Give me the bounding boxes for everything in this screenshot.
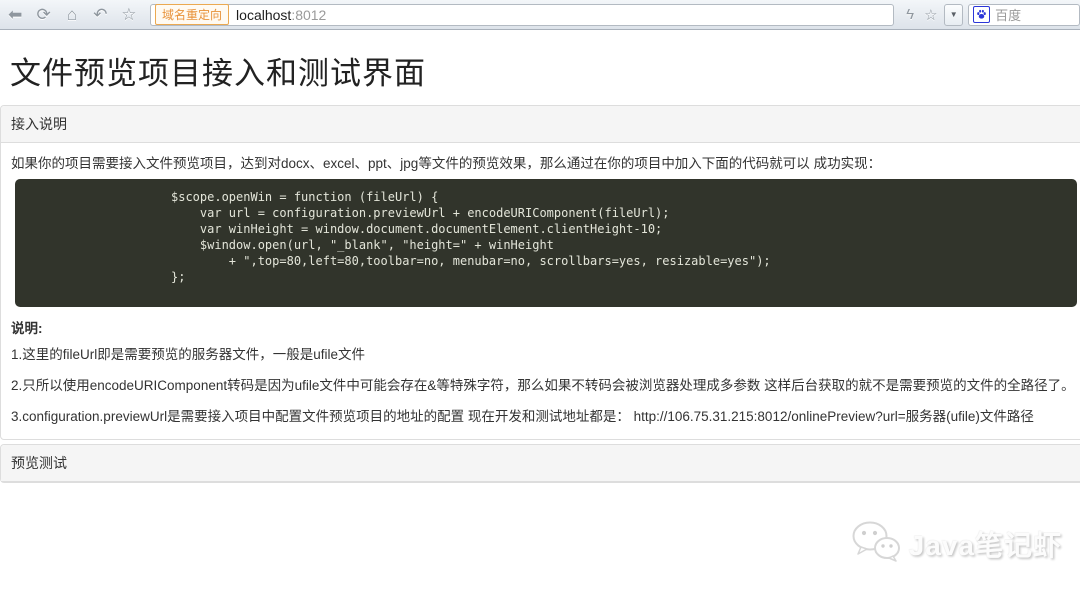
code-block: $scope.openWin = function (fileUrl) { va… bbox=[15, 179, 1077, 307]
baidu-logo-icon[interactable] bbox=[973, 6, 990, 23]
panel-preview-test: 预览测试 bbox=[0, 444, 1080, 483]
note-item-3: 3.configuration.previewUrl是需要接入项目中配置文件预览… bbox=[11, 405, 1077, 425]
wechat-logo-icon bbox=[851, 520, 901, 567]
search-engine-label: 百度 bbox=[995, 5, 1021, 24]
note-item-1: 1.这里的fileUrl即是需要预览的服务器文件，一般是ufile文件 bbox=[11, 343, 1077, 363]
panel-integration-header: 接入说明 bbox=[1, 106, 1080, 143]
browser-toolbar: ⬅ ⟳ ⌂ ↶ ☆ 域名重定向 localhost :8012 ϟ ☆ ▼ 百度 bbox=[0, 0, 1080, 30]
domain-redirect-badge[interactable]: 域名重定向 bbox=[155, 4, 229, 25]
note-item-2: 2.只所以使用encodeURIComponent转码是因为ufile文件中可能… bbox=[11, 374, 1077, 394]
panel-preview-test-header: 预览测试 bbox=[1, 445, 1080, 482]
watermark-text: Java笔记虾 bbox=[909, 524, 1062, 564]
lightning-icon[interactable]: ϟ bbox=[900, 3, 921, 27]
address-bar[interactable]: 域名重定向 localhost :8012 bbox=[150, 4, 894, 26]
chevron-down-icon: ▼ bbox=[950, 10, 958, 19]
toolbar-dropdown-button[interactable]: ▼ bbox=[944, 4, 963, 26]
url-host: localhost bbox=[236, 7, 291, 23]
intro-paragraph: 如果你的项目需要接入文件预览项目，达到对docx、excel、ppt、jpg等文… bbox=[11, 152, 1077, 172]
url-port: :8012 bbox=[291, 7, 326, 23]
search-box[interactable]: 百度 bbox=[968, 4, 1080, 26]
bookmark-star-icon[interactable]: ☆ bbox=[920, 3, 941, 27]
refresh-icon[interactable]: ⟳ bbox=[30, 3, 56, 27]
undo-icon[interactable]: ↶ bbox=[87, 3, 113, 27]
notes-title: 说明: bbox=[11, 317, 1077, 337]
page-title: 文件预览项目接入和测试界面 bbox=[10, 48, 1080, 93]
home-icon[interactable]: ⌂ bbox=[59, 3, 85, 27]
panel-integration: 接入说明 如果你的项目需要接入文件预览项目，达到对docx、excel、ppt、… bbox=[0, 105, 1080, 440]
back-icon[interactable]: ⬅ bbox=[2, 3, 28, 27]
watermark: Java笔记虾 bbox=[851, 520, 1062, 567]
page-content: 文件预览项目接入和测试界面 接入说明 如果你的项目需要接入文件预览项目，达到对d… bbox=[0, 31, 1080, 589]
favorites-star-icon[interactable]: ☆ bbox=[116, 3, 142, 27]
panel-integration-body: 如果你的项目需要接入文件预览项目，达到对docx、excel、ppt、jpg等文… bbox=[1, 143, 1080, 439]
